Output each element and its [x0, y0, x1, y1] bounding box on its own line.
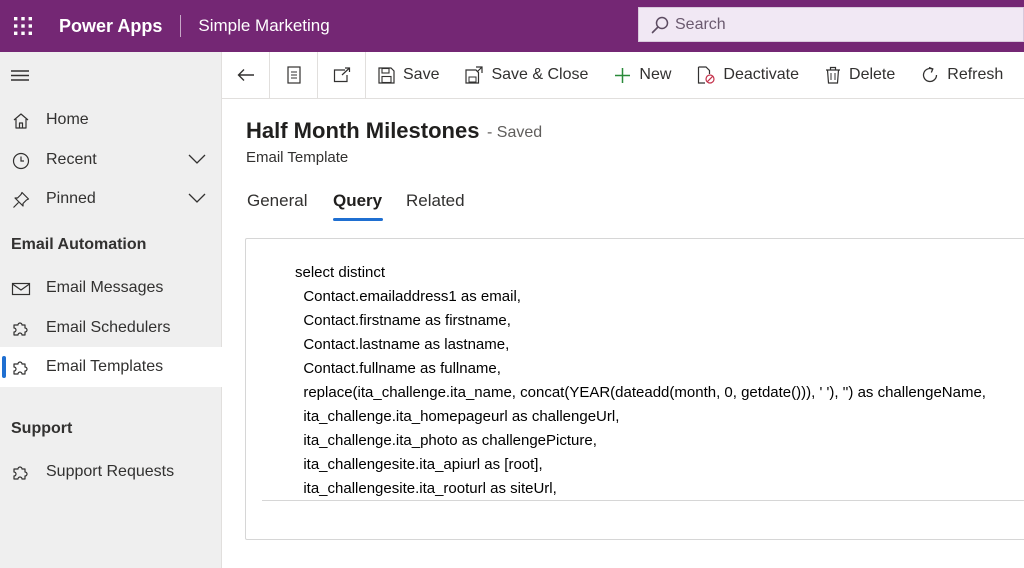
sidebar-item-email-messages[interactable]: Email Messages: [0, 268, 222, 308]
query-line: Contact.lastname as lastname,: [295, 336, 510, 353]
tab-related[interactable]: Related: [406, 191, 465, 211]
pin-icon: [13, 191, 30, 208]
tab-general[interactable]: General: [247, 191, 307, 211]
sidebar-item-home[interactable]: Home: [0, 100, 222, 140]
form-view-button[interactable]: [270, 51, 318, 99]
search-placeholder: Search: [675, 15, 726, 33]
refresh-label: Refresh: [947, 66, 1004, 83]
tab-query[interactable]: Query: [333, 191, 382, 211]
hamburger-icon: [11, 70, 29, 81]
waffle-icon: [14, 17, 32, 35]
deactivate-icon: [698, 66, 716, 84]
sidebar-item-email-schedulers[interactable]: Email Schedulers: [0, 308, 222, 348]
sidebar-item-pinned[interactable]: Pinned: [0, 179, 222, 219]
sidebar-item-label: Support Requests: [46, 463, 175, 480]
header-divider: [180, 15, 182, 37]
sidebar-item-label: Home: [46, 111, 89, 128]
query-line: ita_challengesite.ita_apiurl as [root],: [295, 456, 543, 473]
chevron-down-icon[interactable]: [187, 192, 207, 204]
query-line: select distinct: [295, 264, 386, 281]
save-status: - Saved: [487, 124, 543, 141]
site-map-toggle[interactable]: [11, 68, 29, 87]
query-text-field[interactable]: select distinct Contact.emailaddress1 as…: [295, 261, 986, 501]
search-icon: [651, 16, 669, 33]
search-box[interactable]: Search: [638, 7, 1024, 42]
sidebar-item-email-templates[interactable]: Email Templates: [0, 347, 222, 387]
sidebar-item-label: Email Schedulers: [46, 319, 171, 336]
delete-label: Delete: [849, 66, 896, 83]
arrow-left-icon: [237, 69, 254, 81]
section-title-support: Support: [11, 420, 73, 437]
app-name[interactable]: Power Apps: [59, 16, 162, 37]
sidebar-item-label: Recent: [46, 151, 97, 168]
field-bottom-border: [262, 500, 1024, 501]
pop-out-icon: [333, 67, 350, 83]
document-icon: [286, 66, 301, 84]
active-tab-indicator: [333, 218, 383, 221]
section-title-email-automation: Email Automation: [11, 236, 147, 253]
query-line: ita_challenge.ita_photo as challengePict…: [295, 432, 597, 449]
sidebar-item-label: Email Messages: [46, 279, 164, 296]
query-line: Contact.fullname as fullname,: [295, 360, 501, 377]
refresh-button[interactable]: Refresh: [921, 52, 1003, 99]
command-bar: Save Save & Close New Deactivate Delete: [222, 51, 1024, 99]
query-line: Contact.emailaddress1 as email,: [295, 288, 521, 305]
puzzle-icon: [13, 361, 28, 375]
new-button[interactable]: New: [614, 52, 671, 99]
sidebar-item-recent[interactable]: Recent: [0, 140, 222, 180]
plus-icon: [615, 67, 631, 83]
app-launcher-button[interactable]: [0, 0, 46, 52]
chevron-down-icon[interactable]: [187, 153, 207, 165]
back-button[interactable]: [222, 51, 270, 99]
deactivate-label: Deactivate: [723, 66, 800, 83]
puzzle-icon: [13, 322, 28, 336]
new-label: New: [639, 66, 672, 83]
sidebar: Home Recent Pinned Email Automation Emai…: [0, 52, 222, 568]
top-bar: Power Apps Simple Marketing Search: [0, 0, 1024, 52]
clock-icon: [12, 152, 30, 170]
delete-button[interactable]: Delete: [825, 52, 895, 99]
home-icon: [13, 113, 29, 129]
save-icon: [378, 66, 395, 84]
save-label: Save: [403, 66, 440, 83]
save-button[interactable]: Save: [378, 52, 439, 99]
mail-icon: [11, 282, 31, 296]
trash-icon: [826, 66, 841, 84]
sidebar-item-label: Pinned: [46, 190, 96, 207]
entity-name: Email Template: [246, 149, 349, 166]
save-close-icon: [465, 66, 484, 84]
query-line: ita_challenge.ita_homepageurl as challen…: [295, 408, 620, 425]
puzzle-icon: [13, 466, 28, 480]
refresh-icon: [923, 66, 938, 83]
query-line: replace(ita_challenge.ita_name, concat(Y…: [295, 384, 986, 401]
deactivate-button[interactable]: Deactivate: [697, 52, 799, 99]
sidebar-item-support-requests[interactable]: Support Requests: [0, 452, 222, 492]
save-close-label: Save & Close: [491, 66, 589, 83]
query-line: Contact.firstname as firstname,: [295, 312, 511, 329]
page-title: Half Month Milestones: [246, 118, 480, 143]
query-line: ita_challengesite.ita_rooturl as siteUrl…: [295, 480, 557, 497]
environment-name[interactable]: Simple Marketing: [198, 16, 329, 36]
save-close-button[interactable]: Save & Close: [465, 52, 588, 99]
sidebar-item-label: Email Templates: [46, 358, 164, 375]
open-new-window-button[interactable]: [318, 51, 366, 99]
